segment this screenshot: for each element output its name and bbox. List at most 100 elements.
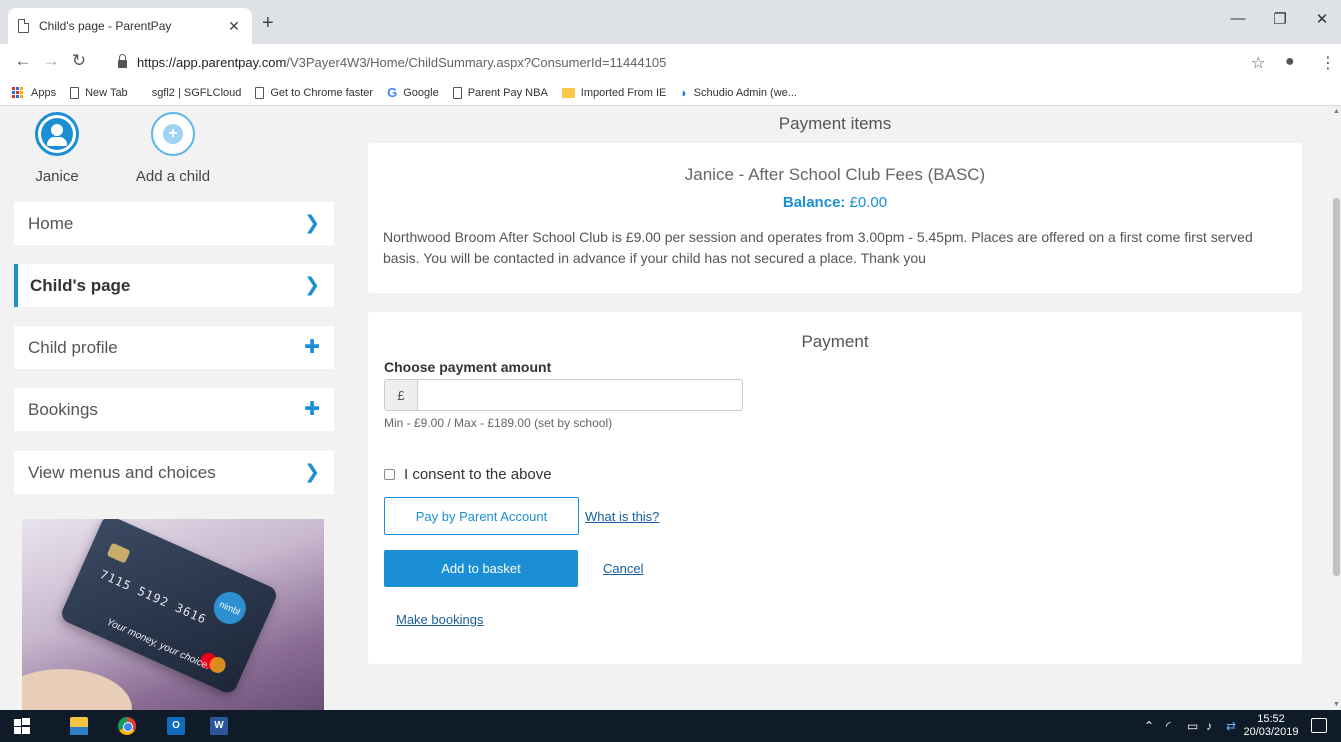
add-child-label[interactable]: Add a child xyxy=(120,168,226,185)
bookmark-schudio-admin[interactable]: ◗ Schudio Admin (we... xyxy=(680,86,797,100)
sidebar-item-child-profile[interactable]: Child profile ✚ xyxy=(14,326,334,369)
brand-logo: nimbl xyxy=(208,586,251,630)
consent-checkbox[interactable] xyxy=(384,469,395,480)
payment-item-description: Northwood Broom After School Club is £9.… xyxy=(383,229,1253,266)
show-hidden-icons-icon[interactable]: ⌃ xyxy=(1144,719,1154,733)
tab-title: Child's page - ParentPay xyxy=(39,19,172,33)
payment-amount-input[interactable] xyxy=(418,380,742,410)
scroll-up-icon[interactable]: ▲ xyxy=(1333,108,1340,115)
page-scrollbar[interactable]: ▲ ▼ xyxy=(1331,106,1341,710)
sidebar-item-label: View menus and choices xyxy=(28,462,216,482)
amount-help-text: Min - £9.00 / Max - £189.00 (set by scho… xyxy=(384,416,613,430)
sidebar-item-childs-page[interactable]: Child's page ❯ xyxy=(14,264,334,307)
windows-start-icon[interactable] xyxy=(13,717,31,735)
chevron-right-icon: ❯ xyxy=(304,275,320,296)
folder-icon xyxy=(561,87,575,98)
volume-icon[interactable]: ♪ xyxy=(1206,719,1212,733)
system-clock[interactable]: 15:52 20/03/2019 xyxy=(1243,713,1299,739)
sync-icon[interactable]: ⇄ xyxy=(1226,719,1236,733)
bookmark-chrome-faster[interactable]: Get to Chrome faster xyxy=(255,86,373,99)
chevron-right-icon: ❯ xyxy=(304,462,320,483)
scrollbar-thumb[interactable] xyxy=(1333,198,1340,576)
url-host: https://app.parentpay.com xyxy=(137,54,287,70)
sidebar-item-label: Bookings xyxy=(28,399,98,419)
amount-input-group: £ xyxy=(384,379,743,411)
payment-items-heading: Payment items xyxy=(778,114,892,133)
clock-date: 20/03/2019 xyxy=(1243,726,1299,738)
back-icon[interactable]: ← xyxy=(10,51,36,71)
google-icon: G xyxy=(387,85,398,100)
page-icon xyxy=(452,86,462,99)
scroll-down-icon[interactable]: ▼ xyxy=(1333,701,1340,708)
sidebar-item-bookings[interactable]: Bookings ✚ xyxy=(14,388,334,431)
bookmark-google[interactable]: G Google xyxy=(387,85,439,100)
bookmarks-bar: Apps New Tab sgfl2 | SGFLCloud Get to Ch… xyxy=(0,80,1341,106)
plus-icon: + xyxy=(163,124,183,144)
payment-card-image: nimbl 7115 5192 3616 xyxy=(58,519,280,696)
close-tab-icon[interactable]: ✕ xyxy=(226,18,242,35)
bookmark-parent-pay-nba[interactable]: Parent Pay NBA xyxy=(452,86,548,99)
address-bar[interactable]: https://app.parentpay.com/V3Payer4W3/Hom… xyxy=(118,50,666,74)
menu-kebab-icon[interactable]: ⋮ xyxy=(1320,53,1336,73)
payment-heading: Payment xyxy=(801,332,869,351)
sidebar-item-view-menus[interactable]: View menus and choices ❯ xyxy=(14,451,334,494)
notifications-icon[interactable] xyxy=(1311,718,1327,733)
forward-icon[interactable]: → xyxy=(38,51,64,71)
sidebar-item-home[interactable]: Home ❯ xyxy=(14,202,334,245)
lock-icon xyxy=(118,54,127,68)
new-tab-button[interactable]: + xyxy=(262,13,274,33)
chrome-icon[interactable] xyxy=(118,717,136,735)
close-window-icon[interactable]: ✕ xyxy=(1310,10,1334,28)
page-viewport: + Janice Add a child Home ❯ Child's page… xyxy=(0,106,1331,710)
apps-grid-icon xyxy=(12,86,24,99)
add-child-button[interactable]: + xyxy=(151,112,195,156)
hand-image xyxy=(22,669,132,710)
consent-row[interactable]: I consent to the above xyxy=(384,466,552,483)
network-icon[interactable]: ◜ xyxy=(1166,719,1171,733)
bookmark-star-icon[interactable]: ☆ xyxy=(1251,53,1265,73)
promo-card-image[interactable]: nimbl 7115 5192 3616 Your money, your ch… xyxy=(22,519,324,710)
outlook-icon[interactable]: O xyxy=(167,717,185,735)
balance-label: Balance: xyxy=(782,194,846,211)
sidebar-item-label: Child's page xyxy=(30,275,131,295)
minimize-icon[interactable]: — xyxy=(1226,10,1250,27)
cancel-link[interactable]: Cancel xyxy=(603,561,643,576)
word-icon[interactable]: W xyxy=(210,717,228,735)
plus-icon: ✚ xyxy=(304,399,320,420)
what-is-this-link[interactable]: What is this? xyxy=(585,509,659,524)
balance-value: £0.00 xyxy=(849,194,888,211)
bookmark-new-tab[interactable]: New Tab xyxy=(70,86,128,99)
make-bookings-link[interactable]: Make bookings xyxy=(396,612,483,627)
page-icon xyxy=(70,86,80,99)
sidebar-item-label: Home xyxy=(28,213,74,233)
profile-icon[interactable]: ● xyxy=(1285,53,1295,71)
battery-icon[interactable]: ▭ xyxy=(1187,719,1198,733)
add-to-basket-button[interactable]: Add to basket xyxy=(384,550,578,587)
card-number: 7115 5192 3616 xyxy=(97,567,209,627)
plus-icon: ✚ xyxy=(304,337,320,358)
browser-toolbar: ← → ↻ https://app.parentpay.com/V3Payer4… xyxy=(0,44,1341,80)
pay-by-parent-account-button[interactable]: Pay by Parent Account xyxy=(384,497,579,535)
payment-form-card: Payment Choose payment amount £ Min - £9… xyxy=(368,312,1302,664)
page-icon xyxy=(255,86,265,99)
browser-titlebar: Child's page - ParentPay ✕ + — ❐ ✕ xyxy=(0,0,1341,44)
chevron-right-icon: ❯ xyxy=(304,213,320,234)
bookmark-imported-from-ie[interactable]: Imported From IE xyxy=(561,87,666,99)
amount-label: Choose payment amount xyxy=(384,359,552,375)
reload-icon[interactable]: ↻ xyxy=(66,51,92,71)
clock-time: 15:52 xyxy=(1257,713,1285,725)
sidebar-item-label: Child profile xyxy=(28,337,118,357)
taskbar: O W ⌃ ◜ ▭ ♪ ⇄ 15:52 20/03/2019 xyxy=(0,710,1341,742)
restore-icon[interactable]: ❐ xyxy=(1268,10,1292,28)
file-explorer-icon[interactable] xyxy=(70,717,88,735)
child-avatar-janice[interactable] xyxy=(35,112,79,156)
balance: Balance: £0.00 xyxy=(368,194,1302,211)
child-name[interactable]: Janice xyxy=(20,168,94,185)
payment-item-title: Janice - After School Club Fees (BASC) xyxy=(684,165,986,184)
browser-tab[interactable]: Child's page - ParentPay ✕ xyxy=(8,8,252,44)
bookmark-apps[interactable]: Apps xyxy=(12,86,56,99)
card-chip-icon xyxy=(106,542,131,564)
consent-label: I consent to the above xyxy=(404,466,552,483)
page-icon xyxy=(18,19,29,33)
bookmark-sgfl[interactable]: sgfl2 | SGFLCloud xyxy=(152,87,242,99)
